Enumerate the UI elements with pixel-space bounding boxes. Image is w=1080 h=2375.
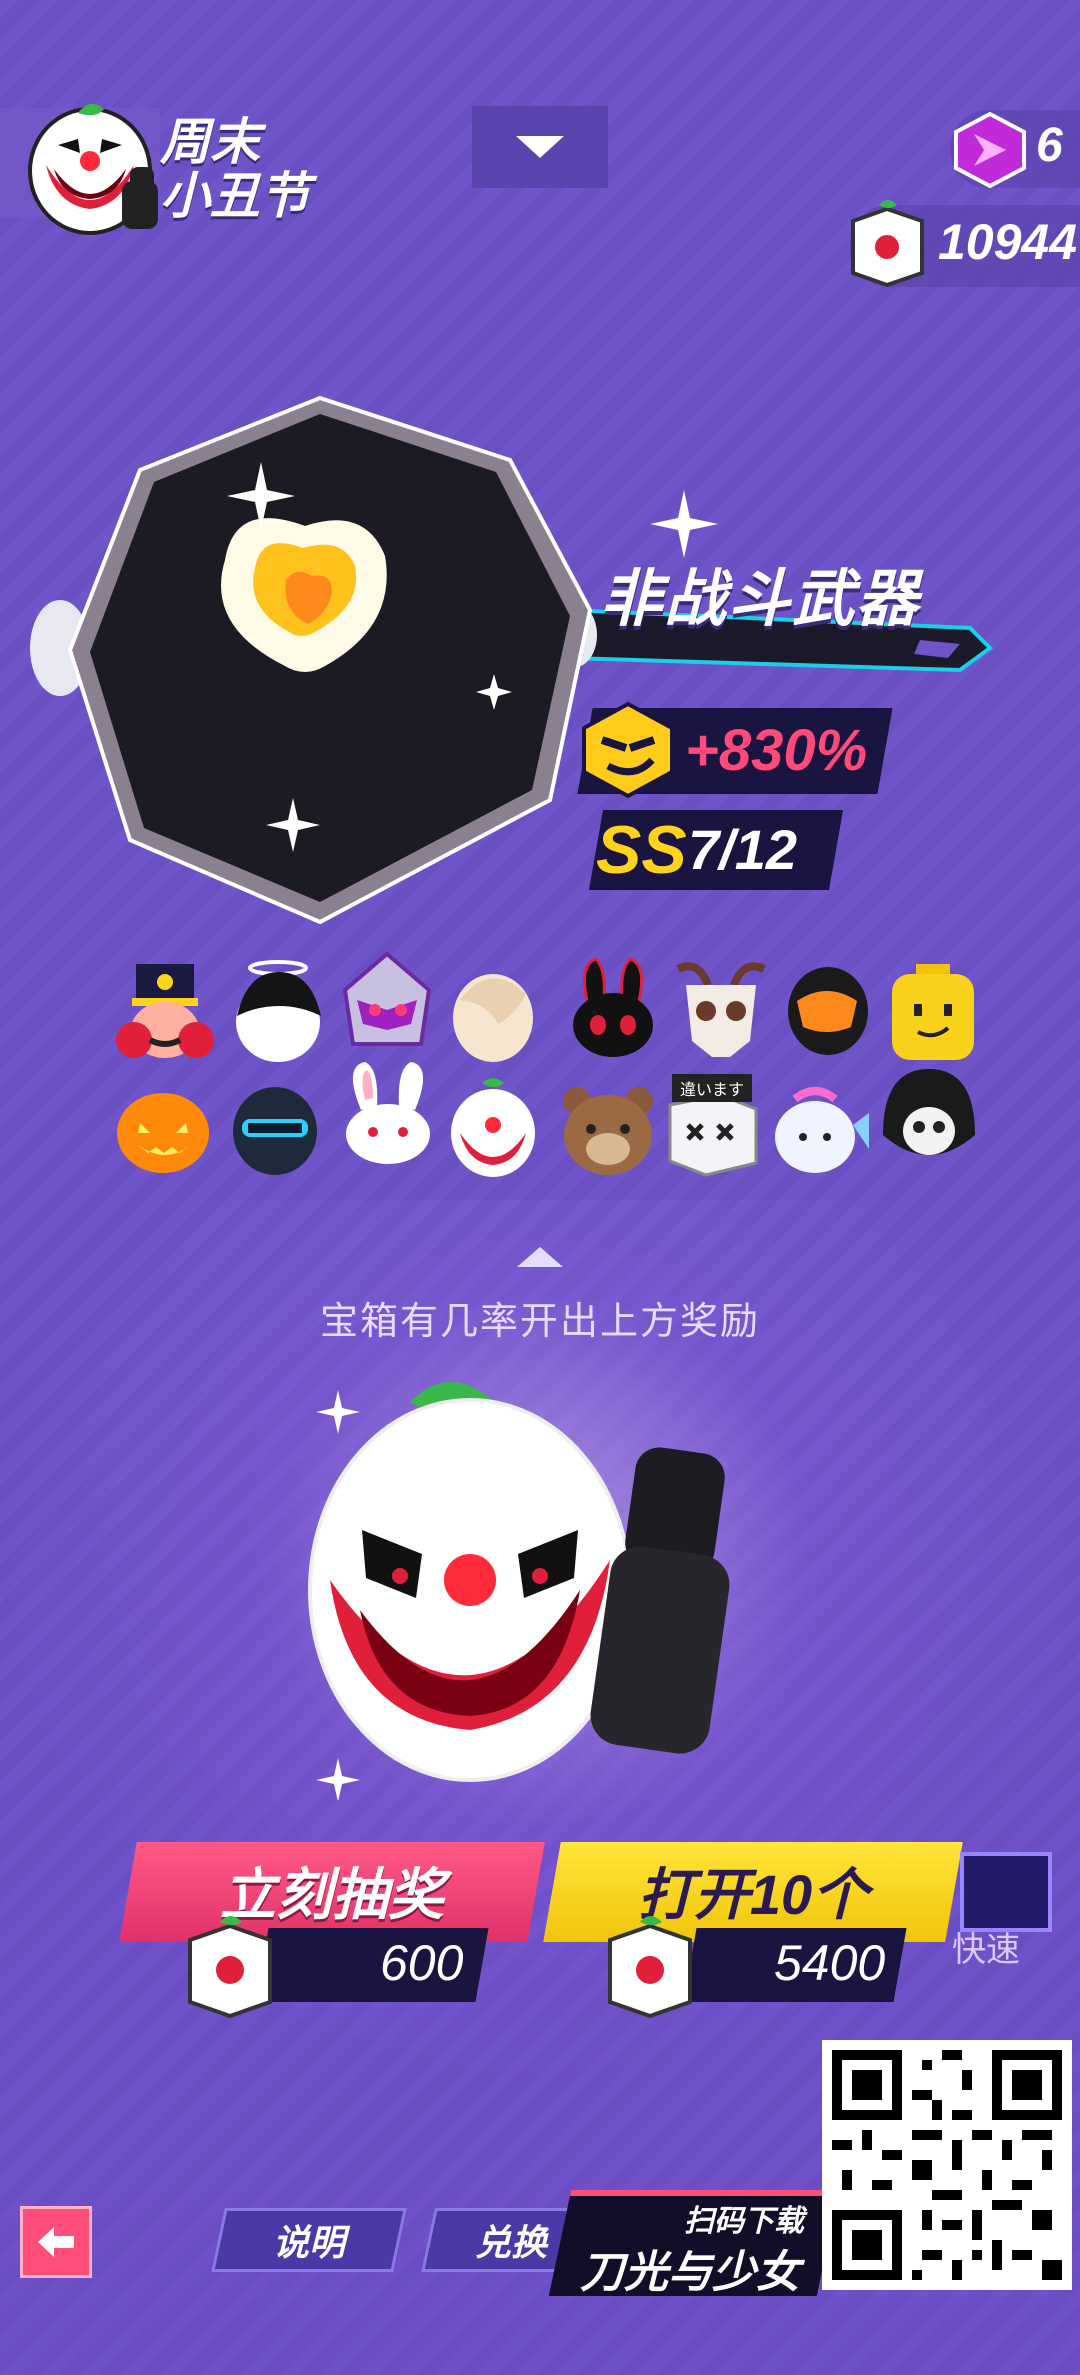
armored-rider-head-icon	[342, 951, 432, 1046]
knight-helmet-head-icon	[233, 1087, 317, 1175]
angel-hair-head-icon	[236, 960, 321, 1062]
reaper-head-icon	[883, 1069, 975, 1155]
reward-item[interactable]	[222, 1075, 328, 1181]
coin-count: 10944	[938, 214, 1078, 270]
chevron-up-icon	[515, 1245, 565, 1269]
bear-head-icon	[563, 1087, 653, 1175]
clown-box-coin-icon	[845, 195, 930, 288]
promo-subtitle: 扫码下载	[684, 2205, 804, 2238]
clown-box-coin-icon	[182, 1912, 278, 2019]
reward-item[interactable]	[440, 960, 546, 1066]
reward-item[interactable]	[875, 1065, 981, 1171]
draw-price: 600	[380, 1935, 464, 1991]
rank-progress: 7/12	[688, 818, 797, 881]
smirk-face-bonus-icon	[578, 700, 678, 800]
reward-item[interactable]	[560, 955, 666, 1061]
nutcracker-head-icon	[116, 964, 214, 1058]
reward-item[interactable]	[112, 960, 218, 1066]
help-label: 说明	[272, 2222, 345, 2263]
reward-item[interactable]	[880, 960, 986, 1066]
event-title-line2: 小丑节	[160, 168, 310, 224]
clown-head-icon	[451, 1078, 535, 1177]
download-qr-code[interactable]	[822, 2040, 1072, 2290]
reward-item[interactable]	[555, 1075, 661, 1181]
skull-horn-head-icon	[676, 962, 766, 1057]
box-head-tag: 違います	[672, 1074, 753, 1102]
black-bunny-head-icon	[573, 957, 653, 1057]
event-dropdown-button[interactable]	[472, 106, 608, 188]
promo-game-name: 刀光与少女	[580, 2248, 800, 2297]
fish-head-icon	[775, 1087, 869, 1173]
big-clown-head[interactable]	[300, 1380, 780, 1802]
ten-price: 5400	[774, 1935, 886, 1991]
rank-grade: SS	[596, 812, 687, 888]
reward-item[interactable]	[335, 1060, 441, 1166]
reward-item[interactable]	[668, 955, 774, 1061]
clown-box-coin-icon	[602, 1912, 698, 2019]
back-button[interactable]	[20, 2206, 92, 2278]
reward-item[interactable]	[440, 1075, 546, 1181]
blonde-hair-head-icon	[453, 974, 533, 1062]
weapon-category-title: 非战斗武器	[600, 565, 921, 634]
exchange-label: 兑换	[474, 2222, 547, 2263]
black-visor-head-icon	[788, 967, 868, 1055]
reward-item[interactable]	[775, 955, 881, 1061]
bonus-value: +830%	[685, 718, 868, 783]
frying-pan-weapon	[30, 390, 1010, 930]
fast-label: 快速	[952, 1931, 1020, 1969]
pumpkin-head-icon	[117, 1093, 209, 1173]
fast-checkbox[interactable]	[960, 1852, 1052, 1932]
rewards-hint: 宝箱有几率开出上方奖励	[319, 1301, 760, 1343]
event-clown-avatar-icon[interactable]	[18, 95, 168, 240]
reward-item[interactable]	[335, 950, 441, 1056]
event-title: 周末 小丑节	[160, 115, 310, 223]
arrow-left-icon	[38, 2227, 74, 2257]
chevron-down-icon	[516, 136, 564, 158]
reward-item[interactable]	[225, 960, 331, 1066]
purple-gem-icon[interactable]	[952, 111, 1028, 189]
white-bunny-head-icon	[346, 1062, 430, 1164]
gem-count: 6	[1036, 119, 1063, 172]
reward-item[interactable]	[110, 1075, 216, 1181]
event-title-line1: 周末	[160, 114, 260, 170]
yellow-block-head-icon	[892, 964, 974, 1060]
help-button[interactable]: 说明	[211, 2208, 407, 2272]
reward-item[interactable]	[765, 1075, 871, 1181]
